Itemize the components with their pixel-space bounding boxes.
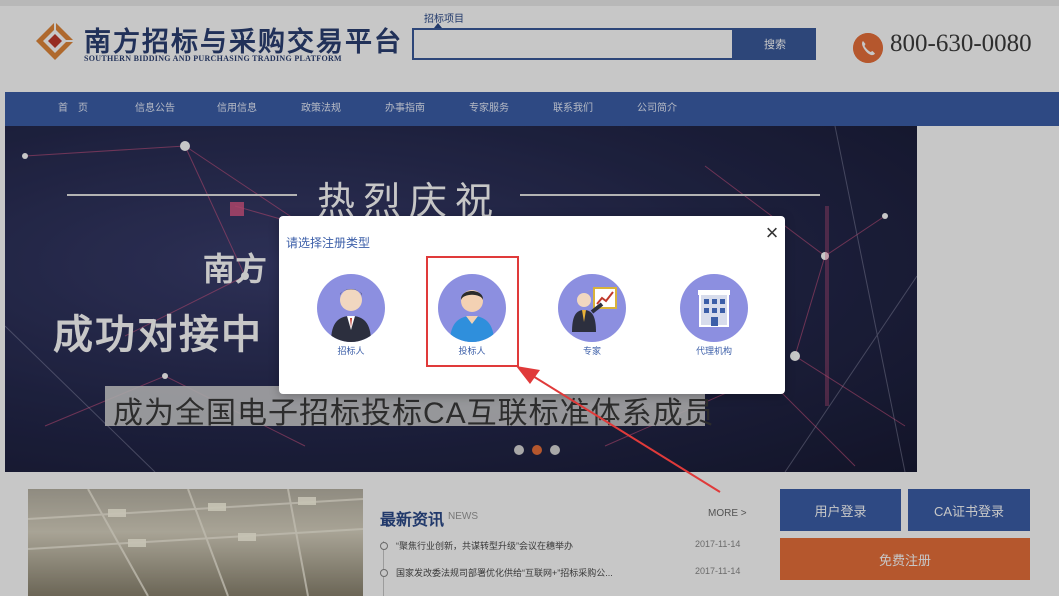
page: 南方招标与采购交易平台 SOUTHERN BIDDING AND PURCHAS… [0,0,1059,596]
annotation-arrow-icon [516,366,721,493]
